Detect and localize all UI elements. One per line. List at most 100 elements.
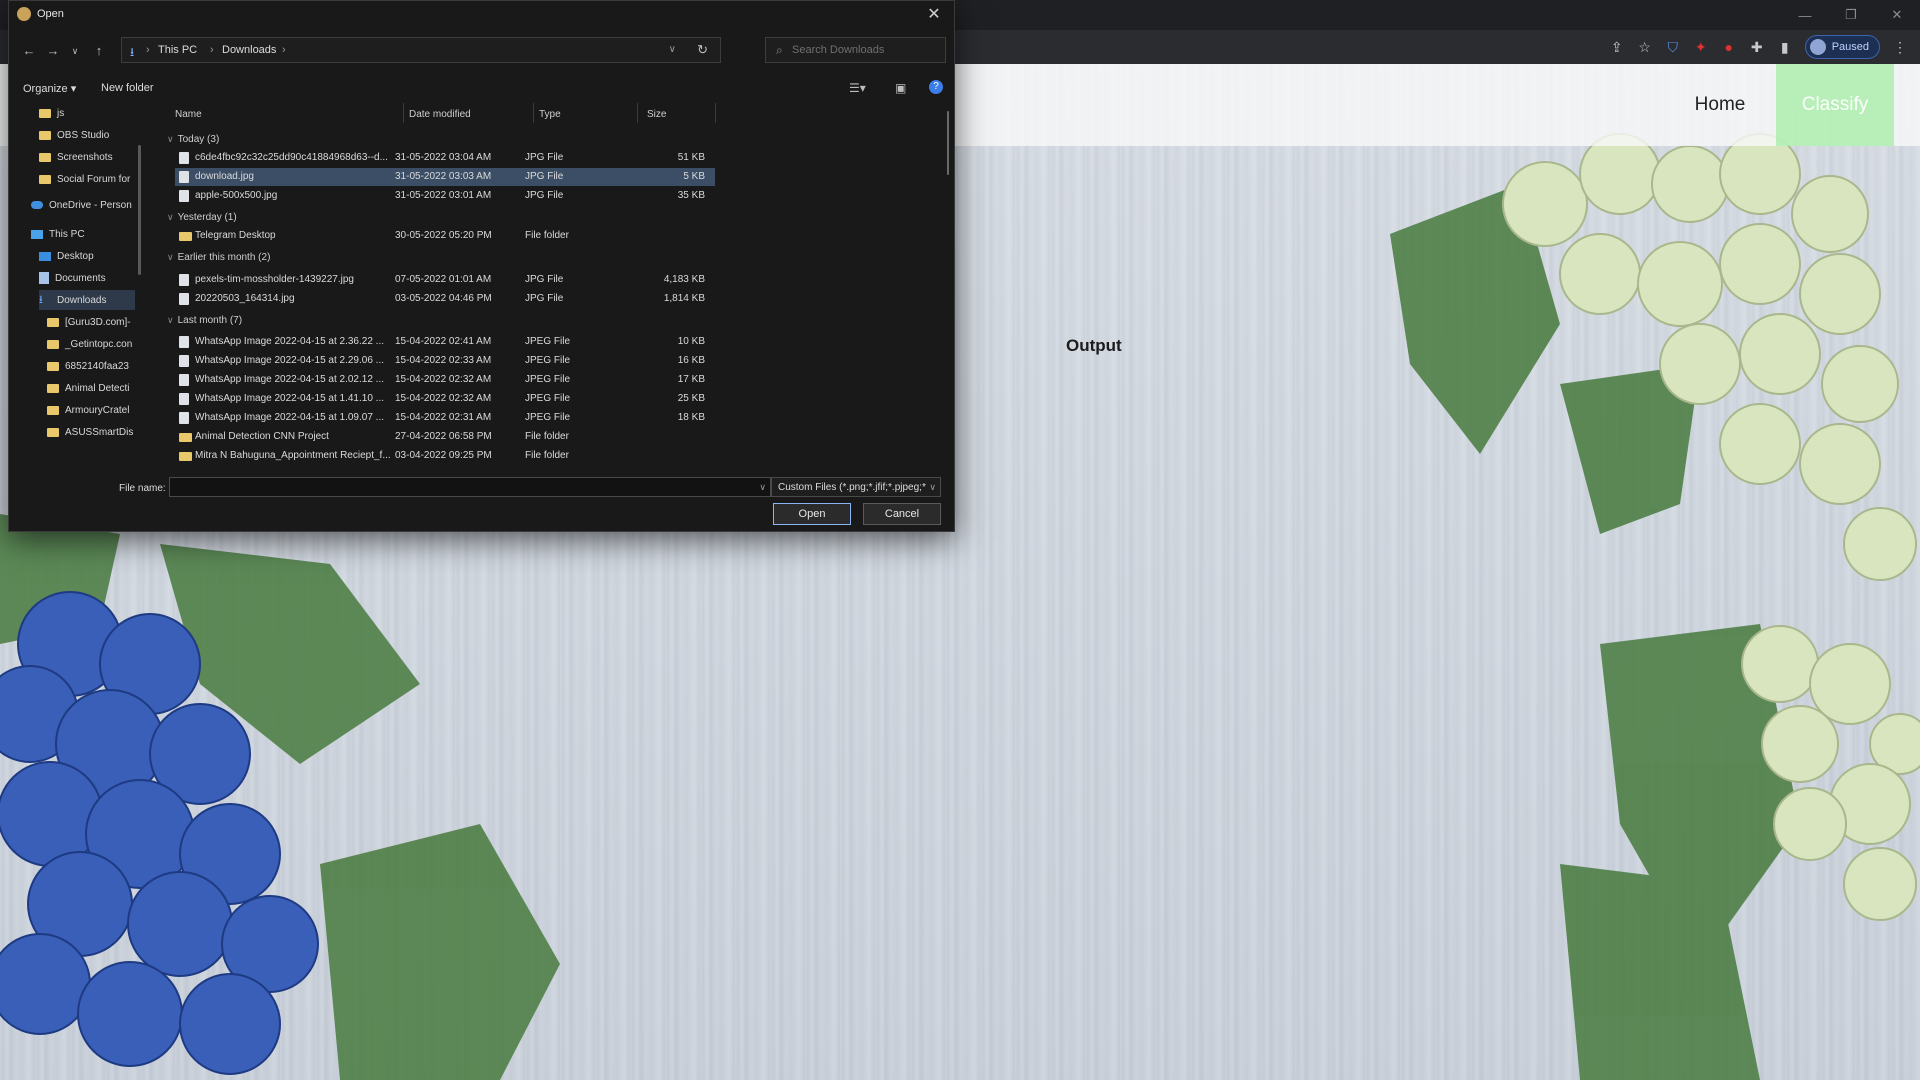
file-name: c6de4fbc92c32c25dd90c41884968d63--d... [195,152,388,163]
file-name: Telegram Desktop [195,230,276,241]
share-icon[interactable]: ⇪ [1609,39,1625,56]
file-row[interactable]: c6de4fbc92c32c25dd90c41884968d63--d... 31… [175,149,715,167]
column-separator[interactable] [403,103,404,123]
window-controls: — ❐ ✕ [1782,0,1920,30]
nav-item-social-forum[interactable]: Social Forum for [39,169,130,189]
address-dropdown-icon[interactable]: ∨ [669,44,676,55]
cancel-button[interactable]: Cancel [863,503,941,525]
nav-item-screenshots[interactable]: Screenshots [39,147,113,167]
chevron-down-icon: ∨ [929,482,936,492]
puzzle-icon[interactable]: ✚ [1749,39,1765,56]
file-row[interactable]: WhatsApp Image 2022-04-15 at 2.02.12 ...… [175,371,715,389]
file-row[interactable]: pexels-tim-mossholder-1439227.jpg 07-05-2… [175,271,715,289]
search-input[interactable] [792,42,942,58]
group-header-today[interactable]: ∨ Today (3) [167,131,219,147]
close-window-icon[interactable]: ✕ [1874,0,1920,30]
help-icon[interactable]: ? [929,80,943,94]
file-type: JPG File [525,293,564,304]
nav-item-label: _Getintopc.con [65,338,133,350]
group-header-earlier-this-month[interactable]: ∨ Earlier this month (2) [167,249,270,265]
file-name-field[interactable]: ∨ [169,477,771,497]
file-row[interactable]: Mitra N Bahuguna_Appointment Reciept_f..… [175,447,715,465]
breadcrumb-this-pc[interactable]: This PC [158,44,197,56]
group-header-last-month[interactable]: ∨ Last month (7) [167,312,242,328]
red-circle-icon[interactable]: ● [1721,39,1737,55]
file-row[interactable]: apple-500x500.jpg 31-05-2022 03:01 AM JPG … [175,187,715,205]
breadcrumb-downloads[interactable]: Downloads [222,44,276,56]
nav-item-guru3d[interactable]: [Guru3D.com]- [47,312,131,332]
file-size: 10 KB [677,336,705,347]
nav-item-label: Animal Detecti [65,382,130,394]
file-name: WhatsApp Image 2022-04-15 at 1.09.07 ... [195,412,385,423]
new-folder-button[interactable]: New folder [101,82,154,94]
nav-item-desktop[interactable]: Desktop [39,246,94,266]
nav-scrollbar[interactable] [138,145,141,275]
file-name: pexels-tim-mossholder-1439227.jpg [195,274,354,285]
file-row[interactable]: Telegram Desktop 30-05-2022 05:20 PM File … [175,227,715,245]
column-header-name[interactable]: Name [175,103,202,123]
file-row[interactable]: WhatsApp Image 2022-04-15 at 2.29.06 ...… [175,352,715,370]
file-row[interactable]: WhatsApp Image 2022-04-15 at 2.36.22 ...… [175,333,715,351]
nav-home-link[interactable]: Home [1660,64,1780,146]
nav-item-armourycrate[interactable]: ArmouryCratel [47,400,129,420]
nav-item-downloads[interactable]: ⭳ Downloads [39,290,135,310]
file-size: 4,183 KB [663,274,705,285]
open-button[interactable]: Open [773,503,851,525]
nav-item-label: Documents [55,272,106,284]
file-name: WhatsApp Image 2022-04-15 at 2.02.12 ... [195,374,385,385]
search-box[interactable]: ⌕ [765,37,946,63]
nav-item-animal-detection[interactable]: Animal Detecti [47,378,129,398]
shield-icon[interactable]: ⛉ [1665,39,1681,56]
file-row-selected[interactable]: download.jpg 31-05-2022 03:03 AM JPG File 5… [175,168,715,186]
profile-paused-button[interactable]: Paused [1804,35,1880,59]
image-file-icon [179,374,189,386]
address-bar[interactable]: ⭳ › This PC › Downloads › ∨ ↻ [121,37,721,63]
nav-item-6852140faa23[interactable]: 6852140faa23 [47,356,129,376]
file-list-scrollbar[interactable] [947,111,949,175]
nav-item-obs-studio[interactable]: OBS Studio [39,125,109,145]
chevron-down-icon: ∨ [167,314,174,325]
column-separator[interactable] [637,103,638,123]
forward-icon[interactable]: → [45,43,61,59]
nav-item-onedrive[interactable]: OneDrive - Person [31,195,132,215]
recent-chevron-icon[interactable]: ∨ [67,43,83,59]
nav-item-getintopc[interactable]: _Getintopc.con [47,334,132,354]
sidebar-icon[interactable]: ▮ [1777,39,1793,56]
group-header-yesterday[interactable]: ∨ Yesterday (1) [167,209,237,225]
column-header-size[interactable]: Size [647,103,666,123]
nav-item-label: This PC [49,228,85,240]
column-separator[interactable] [533,103,534,123]
nav-item-documents[interactable]: Documents [39,268,106,288]
column-header-type[interactable]: Type [539,103,561,123]
column-header-date[interactable]: Date modified [409,103,471,123]
organize-button[interactable]: Organize ▾ [23,82,76,95]
file-name-input[interactable] [170,478,730,496]
tp-icon[interactable]: ✦ [1693,39,1709,56]
nav-item-label: Screenshots [57,151,113,163]
up-icon[interactable]: ↑ [91,43,107,59]
preview-pane-icon[interactable]: ▣ [895,81,906,95]
back-icon[interactable]: ← [21,43,37,59]
file-row[interactable]: 20220503_164314.jpg 03-05-2022 04:46 PM JP… [175,290,715,308]
minimize-icon[interactable]: — [1782,0,1828,30]
column-separator[interactable] [715,103,716,123]
nav-item-js[interactable]: js [39,103,64,123]
navigation-pane: js OBS Studio Screenshots Social Forum f… [9,103,144,467]
refresh-icon[interactable]: ↻ [697,42,708,58]
nav-item-this-pc[interactable]: This PC [31,224,85,244]
view-options-icon[interactable]: ☰▾ [849,81,866,95]
address-row: ← → ∨ ↑ ⭳ › This PC › Downloads › ∨ ↻ ⌕ [9,35,954,67]
file-size: 1,814 KB [663,293,705,304]
file-row[interactable]: Animal Detection CNN Project 27-04-2022 0… [175,428,715,446]
close-icon[interactable]: ✕ [922,4,946,24]
group-label: Earlier this month (2) [177,251,271,263]
file-row[interactable]: WhatsApp Image 2022-04-15 at 1.41.10 ...… [175,390,715,408]
file-row[interactable]: WhatsApp Image 2022-04-15 at 1.09.07 ...… [175,409,715,427]
menu-icon[interactable]: ⋮ [1892,39,1908,56]
star-icon[interactable]: ☆ [1637,39,1653,56]
restore-icon[interactable]: ❐ [1828,0,1874,30]
nav-classify-link[interactable]: Classify [1776,64,1894,146]
chevron-down-icon[interactable]: ∨ [759,482,766,493]
nav-item-asussmartdisplay[interactable]: ASUSSmartDis [47,422,133,442]
file-type-select[interactable]: Custom Files (*.png;*.jfif;*.pjpeg;* ∨ [771,477,941,497]
